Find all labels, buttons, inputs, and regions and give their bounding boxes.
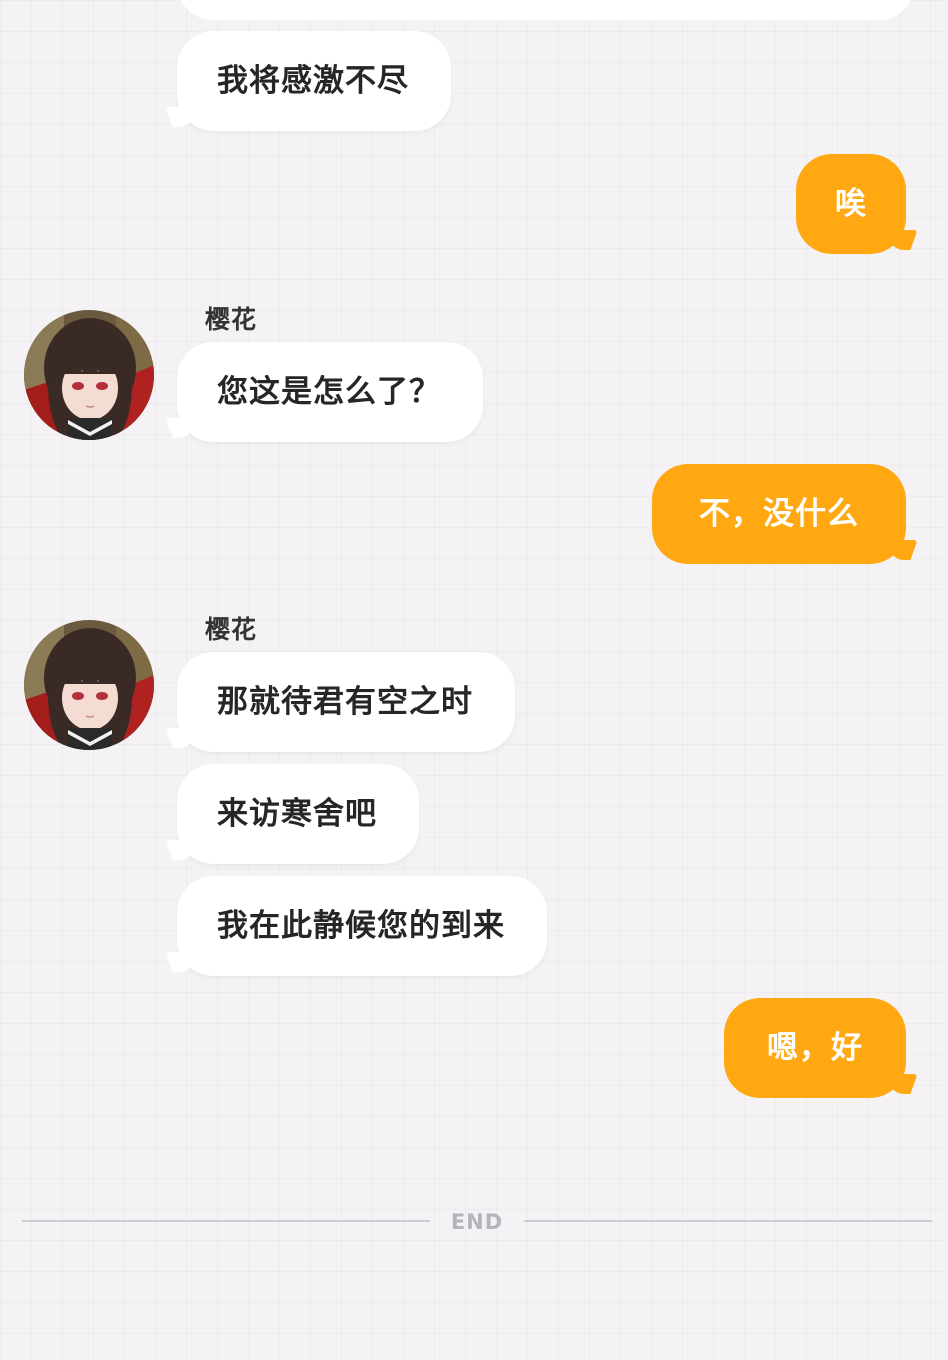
message-bubble-received[interactable]: 那就待君有空之时 (177, 652, 515, 752)
message-bubble-received[interactable]: 来访寒舍吧 (177, 764, 419, 864)
message-bubble-sent[interactable]: 不，没什么 (652, 464, 906, 564)
end-label: END (450, 1210, 504, 1234)
message-bubble-received[interactable]: 我将感激不尽 (177, 31, 451, 131)
character-avatar-icon (24, 310, 154, 440)
chat-log[interactable]: 我将感激不尽 唉 樱花 您这是怎么了？ 不，没什么 樱花 那就待君有空之时 来访… (0, 0, 948, 1360)
message-bubble-received[interactable]: 我在此静候您的到来 (177, 876, 547, 976)
message-bubble-cut-off (177, 0, 915, 20)
divider-line-left (22, 1220, 430, 1222)
message-text: 唉 (835, 186, 867, 222)
end-of-conversation-divider: END (0, 1205, 948, 1239)
message-text: 不，没什么 (699, 496, 859, 532)
sender-avatar[interactable] (24, 620, 154, 750)
message-text: 您这是怎么了？ (217, 374, 441, 410)
message-text: 嗯，好 (767, 1030, 863, 1066)
message-bubble-sent[interactable]: 唉 (796, 154, 906, 254)
sender-name: 樱花 (205, 305, 258, 334)
character-avatar-icon (24, 620, 154, 750)
message-bubble-sent[interactable]: 嗯，好 (724, 998, 906, 1098)
message-text: 我在此静候您的到来 (217, 908, 505, 944)
message-text: 我将感激不尽 (217, 63, 409, 99)
message-text: 来访寒舍吧 (217, 796, 377, 832)
sender-avatar[interactable] (24, 310, 154, 440)
sender-name: 樱花 (205, 615, 258, 644)
divider-line-right (524, 1220, 932, 1222)
message-bubble-received[interactable]: 您这是怎么了？ (177, 342, 483, 442)
message-text: 那就待君有空之时 (217, 684, 473, 720)
